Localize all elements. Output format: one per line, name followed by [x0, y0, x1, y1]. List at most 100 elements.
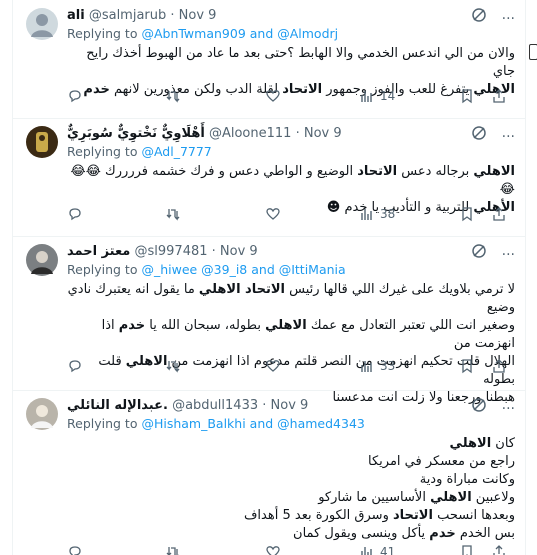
bookmark-icon: [462, 545, 472, 555]
views-icon: [361, 547, 372, 555]
heart-icon: [266, 360, 280, 372]
display-name[interactable]: معتز احمد: [67, 244, 130, 259]
like-button[interactable]: [265, 206, 281, 222]
display-name[interactable]: أَهْلَاوِيٌّ نَخْتوِيٌّ سُوبَرِيٌّ: [67, 126, 205, 141]
avatar[interactable]: [26, 398, 58, 430]
views-icon: [361, 361, 372, 372]
handle[interactable]: @Aloone111: [209, 126, 291, 141]
tweet-header: معتز احمد @sl997481 · Nov 9 ···: [67, 244, 515, 263]
tweet-line: راجع من معسكر في امريكا: [368, 454, 515, 469]
repost-button[interactable]: [165, 358, 181, 374]
timestamp[interactable]: Nov 9: [271, 398, 309, 413]
tweet[interactable]: ali @salmjarub · Nov 9 ··· Replying to @…: [13, 0, 525, 119]
repost-button[interactable]: [165, 544, 181, 555]
views-count: 14: [380, 89, 396, 103]
action-bar: 14: [67, 88, 517, 108]
handle[interactable]: @sl997481: [135, 244, 208, 259]
views-button[interactable]: 33: [359, 358, 395, 374]
avatar[interactable]: [26, 8, 58, 40]
share-button[interactable]: [491, 358, 507, 374]
repost-icon: [166, 91, 180, 103]
like-button[interactable]: [265, 358, 281, 374]
display-name[interactable]: عبدالإله النائلي.: [67, 398, 168, 413]
mouse-cursor-icon: [529, 44, 537, 60]
reply-icon: [69, 208, 81, 221]
replying-to: Replying to @AbnTwman909 and @Almodrj: [67, 26, 339, 41]
share-button[interactable]: [491, 88, 507, 104]
reply-button[interactable]: [67, 88, 83, 104]
tweet-line: كان الاهلي: [449, 436, 515, 451]
views-count: 38: [380, 207, 396, 221]
tweet-line: وكانت مباراة ودية: [419, 472, 515, 487]
tweet-text: لا ترمي بلاويك على غيرك اللي قالها رئيس …: [67, 281, 515, 407]
handle[interactable]: @abdull1433: [172, 398, 258, 413]
replying-to-link[interactable]: @Hisham_Balkhi and @hamed4343: [141, 416, 364, 431]
action-bar: 38: [67, 206, 517, 226]
bookmark-icon: [462, 359, 472, 374]
share-button[interactable]: [491, 206, 507, 222]
reply-icon: [69, 360, 81, 373]
views-icon: [361, 91, 372, 102]
tweet-line: بس الخدم خدم يأكل وينسى ويقول كمان: [293, 526, 515, 541]
timeline: ali @salmjarub · Nov 9 ··· Replying to @…: [12, 0, 526, 555]
handle[interactable]: @salmjarub: [89, 8, 166, 23]
tweet-line: ولاعبين الاهلي الأساسيين ما شاركو: [318, 490, 515, 505]
bookmark-button[interactable]: [459, 544, 475, 555]
share-icon: [493, 89, 505, 103]
display-name[interactable]: ali: [67, 8, 85, 23]
tweet[interactable]: أَهْلَاوِيٌّ نَخْتوِيٌّ سُوبَرِيٌّ @Aloo…: [13, 118, 525, 237]
views-button[interactable]: 38: [359, 206, 395, 222]
bookmark-icon: [462, 89, 472, 104]
replying-to: Replying to @Adl_7777: [67, 144, 212, 159]
tweet-header: عبدالإله النائلي. @abdull1433 · Nov 9 ··…: [67, 398, 515, 417]
reply-icon: [69, 90, 81, 103]
avatar[interactable]: [26, 126, 58, 158]
like-button[interactable]: [265, 544, 281, 555]
repost-button[interactable]: [165, 88, 181, 104]
reply-button[interactable]: [67, 358, 83, 374]
share-button[interactable]: [491, 544, 507, 555]
tweet-header: أَهْلَاوِيٌّ نَخْتوِيٌّ سُوبَرِيٌّ @Aloo…: [67, 126, 515, 145]
views-button[interactable]: 14: [359, 88, 395, 104]
reply-button[interactable]: [67, 206, 83, 222]
repost-icon: [166, 547, 179, 555]
tweet-line: الاهلي برجاله دعس الاتحاد الوضيع و الواط…: [70, 164, 515, 197]
views-icon: [361, 209, 372, 220]
bookmark-button[interactable]: [459, 358, 475, 374]
tweet-line: وبعدها انسحب الاتحاد وسرق الكورة بعد 5 أ…: [243, 508, 515, 523]
views-button[interactable]: 41: [359, 544, 395, 555]
tweet-line: لا ترمي بلاويك على غيرك اللي قالها رئيس …: [67, 282, 515, 315]
heart-icon: [266, 208, 280, 220]
tweet-text: كان الاهلي راجع من معسكر في امريكا وكانت…: [67, 435, 515, 543]
timestamp[interactable]: Nov 9: [304, 126, 342, 141]
repost-icon: [166, 209, 180, 221]
action-bar: 41: [67, 544, 517, 555]
tweet[interactable]: معتز احمد @sl997481 · Nov 9 ··· Replying…: [13, 236, 525, 405]
timestamp[interactable]: Nov 9: [220, 244, 258, 259]
timestamp[interactable]: Nov 9: [179, 8, 217, 23]
bookmark-button[interactable]: [459, 206, 475, 222]
reply-icon: [69, 546, 81, 555]
share-icon: [493, 359, 505, 373]
share-icon: [493, 545, 505, 555]
views-count: 41: [380, 545, 396, 555]
replying-to: Replying to @Hisham_Balkhi and @hamed434…: [67, 416, 365, 431]
heart-icon: [266, 90, 280, 102]
tweet[interactable]: عبدالإله النائلي. @abdull1433 · Nov 9 ··…: [13, 390, 525, 555]
bookmark-icon: [462, 207, 472, 222]
heart-icon: [266, 546, 280, 555]
repost-icon: [166, 361, 180, 373]
replying-to-link[interactable]: @Adl_7777: [141, 144, 211, 159]
avatar[interactable]: [26, 244, 58, 276]
replying-to: Replying to @_hiwee @39_i8 and @IttiMani…: [67, 262, 346, 277]
tweet-line: وصغير انت اللي تعتبر التعادل مع عمك الاه…: [101, 318, 515, 351]
reply-button[interactable]: [67, 544, 83, 555]
replying-to-link[interactable]: @_hiwee @39_i8 and @IttiMania: [141, 262, 345, 277]
like-button[interactable]: [265, 88, 281, 104]
bookmark-button[interactable]: [459, 88, 475, 104]
action-bar: 33: [67, 358, 517, 378]
repost-button[interactable]: [165, 206, 181, 222]
tweet-header: ali @salmjarub · Nov 9 ···: [67, 8, 515, 27]
replying-to-link[interactable]: @AbnTwman909 and @Almodrj: [141, 26, 338, 41]
views-count: 33: [380, 359, 396, 373]
